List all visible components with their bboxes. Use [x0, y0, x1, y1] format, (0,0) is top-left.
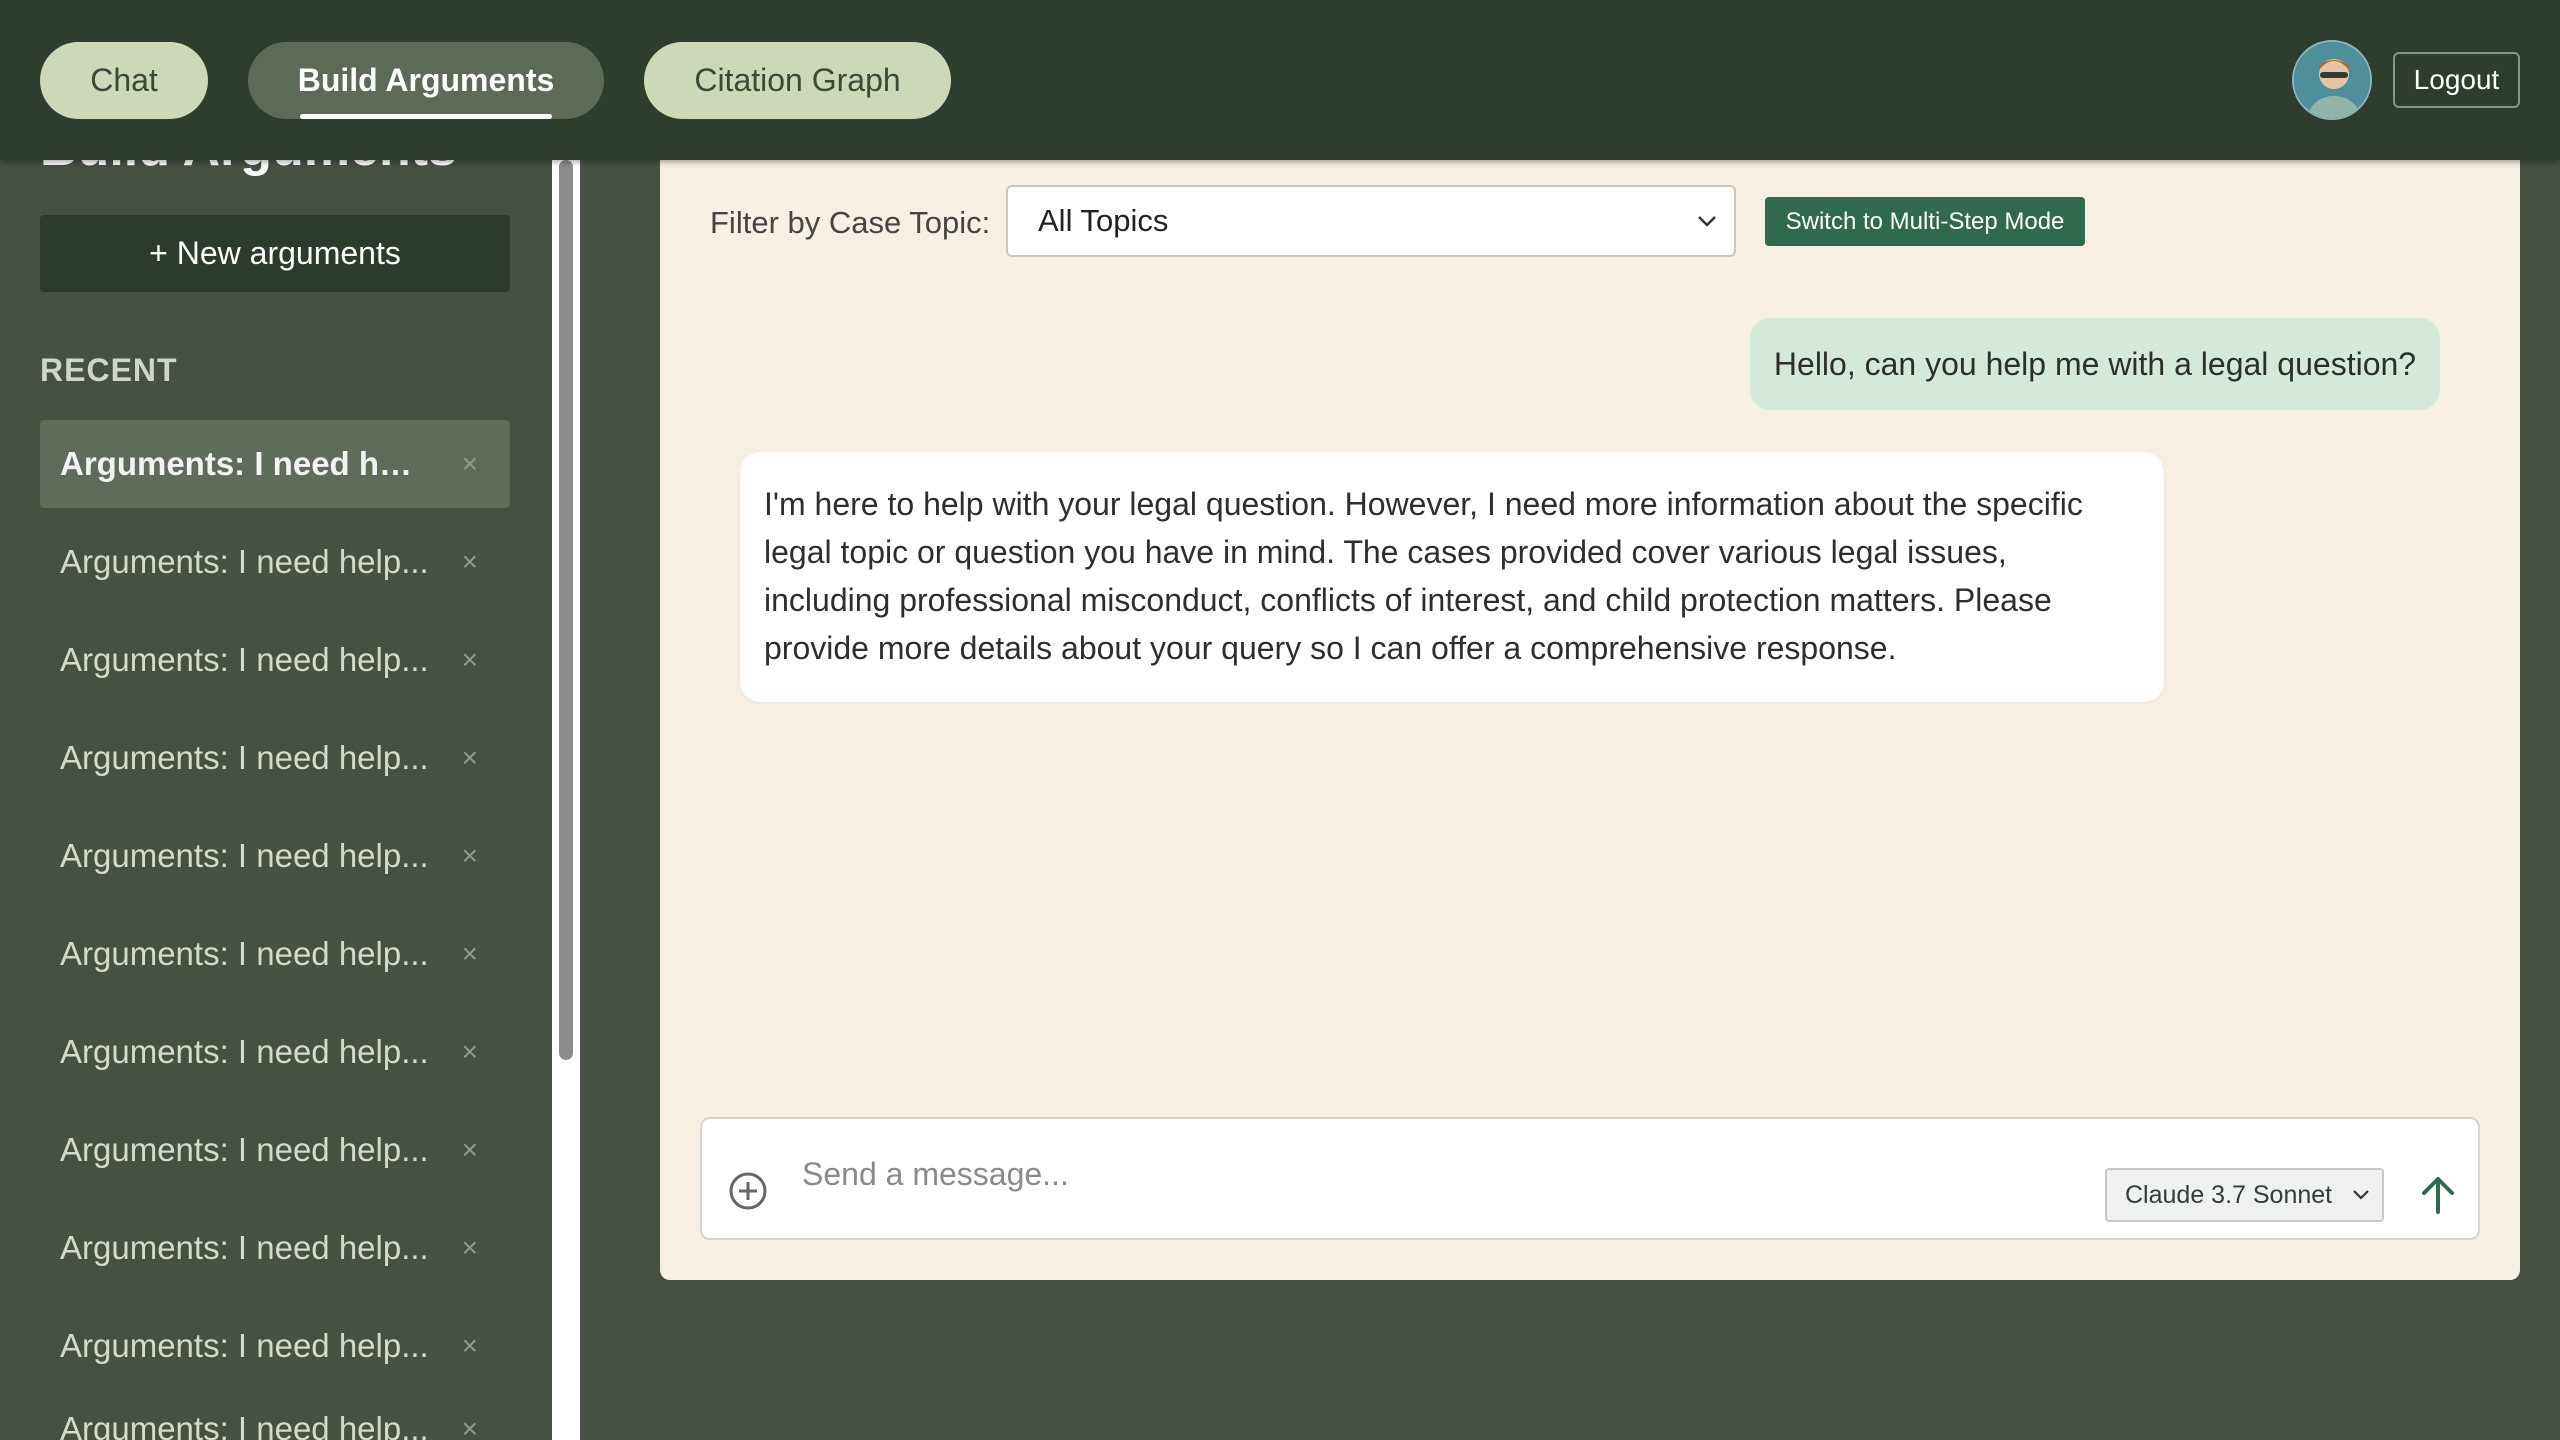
new-arguments-button[interactable]: + New arguments [40, 215, 510, 292]
history-item-label: Arguments: I need help... [60, 445, 430, 482]
topic-filter-select[interactable]: All Topics [1006, 185, 1736, 257]
chat-panel: Filter by Case Topic: All Topics Switch … [660, 150, 2520, 1280]
history-item-label: Arguments: I need help... [60, 837, 429, 874]
history-item[interactable]: Arguments: I need help... × [40, 910, 510, 998]
history-item-label: Arguments: I need help... [60, 1410, 429, 1440]
tab-build-arguments[interactable]: Build Arguments [248, 42, 604, 119]
history-item[interactable]: Arguments: I need help... × [40, 1385, 510, 1440]
close-icon[interactable]: × [462, 1413, 478, 1440]
user-avatar-icon [2294, 42, 2370, 118]
history-item-label: Arguments: I need help... [60, 1229, 429, 1266]
avatar[interactable] [2292, 40, 2372, 120]
close-icon[interactable]: × [462, 1134, 478, 1166]
model-select[interactable]: Claude 3.7 Sonnet [2105, 1168, 2384, 1222]
close-icon[interactable]: × [462, 448, 478, 480]
add-attachment-icon[interactable] [728, 1171, 768, 1211]
message-composer: Claude 3.7 Sonnet [700, 1117, 2480, 1240]
sidebar-scrollbar-thumb[interactable] [559, 160, 573, 1060]
assistant-message: I'm here to help with your legal questio… [740, 452, 2164, 702]
history-item[interactable]: Arguments: I need help... × [40, 1008, 510, 1096]
history-item[interactable]: Arguments: I need help... × [40, 714, 510, 802]
history-item-label: Arguments: I need help... [60, 1327, 429, 1364]
history-item-label: Arguments: I need help... [60, 641, 429, 678]
model-select-value: Claude 3.7 Sonnet [2125, 1180, 2333, 1209]
history-item-label: Arguments: I need help... [60, 739, 429, 776]
close-icon[interactable]: × [462, 644, 478, 676]
history-item[interactable]: Arguments: I need help... × [40, 1106, 510, 1194]
history-item-label: Arguments: I need help... [60, 1033, 429, 1070]
history-item[interactable]: Arguments: I need help... × [40, 1204, 510, 1292]
active-tab-underline [300, 114, 552, 119]
sidebar: Build Arguments + New arguments RECENT A… [0, 0, 552, 1440]
close-icon[interactable]: × [462, 840, 478, 872]
history-item-label: Arguments: I need help... [60, 935, 429, 972]
close-icon[interactable]: × [462, 742, 478, 774]
filter-label: Filter by Case Topic: [710, 205, 991, 240]
close-icon[interactable]: × [462, 1232, 478, 1264]
history-item[interactable]: Arguments: I need help... × [40, 616, 510, 704]
history-item[interactable]: Arguments: I need help... × [40, 420, 510, 508]
top-nav-bar: Chat Build Arguments Citation Graph Logo… [0, 0, 2560, 160]
history-item[interactable]: Arguments: I need help... × [40, 518, 510, 606]
close-icon[interactable]: × [462, 546, 478, 578]
send-arrow-icon[interactable] [2420, 1175, 2456, 1215]
history-item[interactable]: Arguments: I need help... × [40, 812, 510, 900]
recent-heading: RECENT [40, 352, 178, 388]
user-message: Hello, can you help me with a legal ques… [1750, 318, 2440, 410]
chevron-down-icon [1698, 216, 1716, 227]
multi-step-mode-button[interactable]: Switch to Multi-Step Mode [1765, 197, 2085, 246]
tab-citation-graph[interactable]: Citation Graph [644, 42, 951, 119]
tab-build-arguments-label: Build Arguments [297, 62, 555, 98]
tab-chat[interactable]: Chat [40, 42, 208, 119]
history-item-label: Arguments: I need help... [60, 543, 429, 580]
history-item-label: Arguments: I need help... [60, 1131, 429, 1168]
history-item[interactable]: Arguments: I need help... × [40, 1302, 510, 1390]
topic-filter-value: All Topics [1038, 203, 1169, 238]
chevron-down-icon [2353, 1190, 2369, 1200]
close-icon[interactable]: × [462, 1330, 478, 1362]
close-icon[interactable]: × [462, 1036, 478, 1068]
message-input[interactable] [802, 1149, 1852, 1199]
close-icon[interactable]: × [462, 938, 478, 970]
logout-button[interactable]: Logout [2393, 52, 2520, 108]
